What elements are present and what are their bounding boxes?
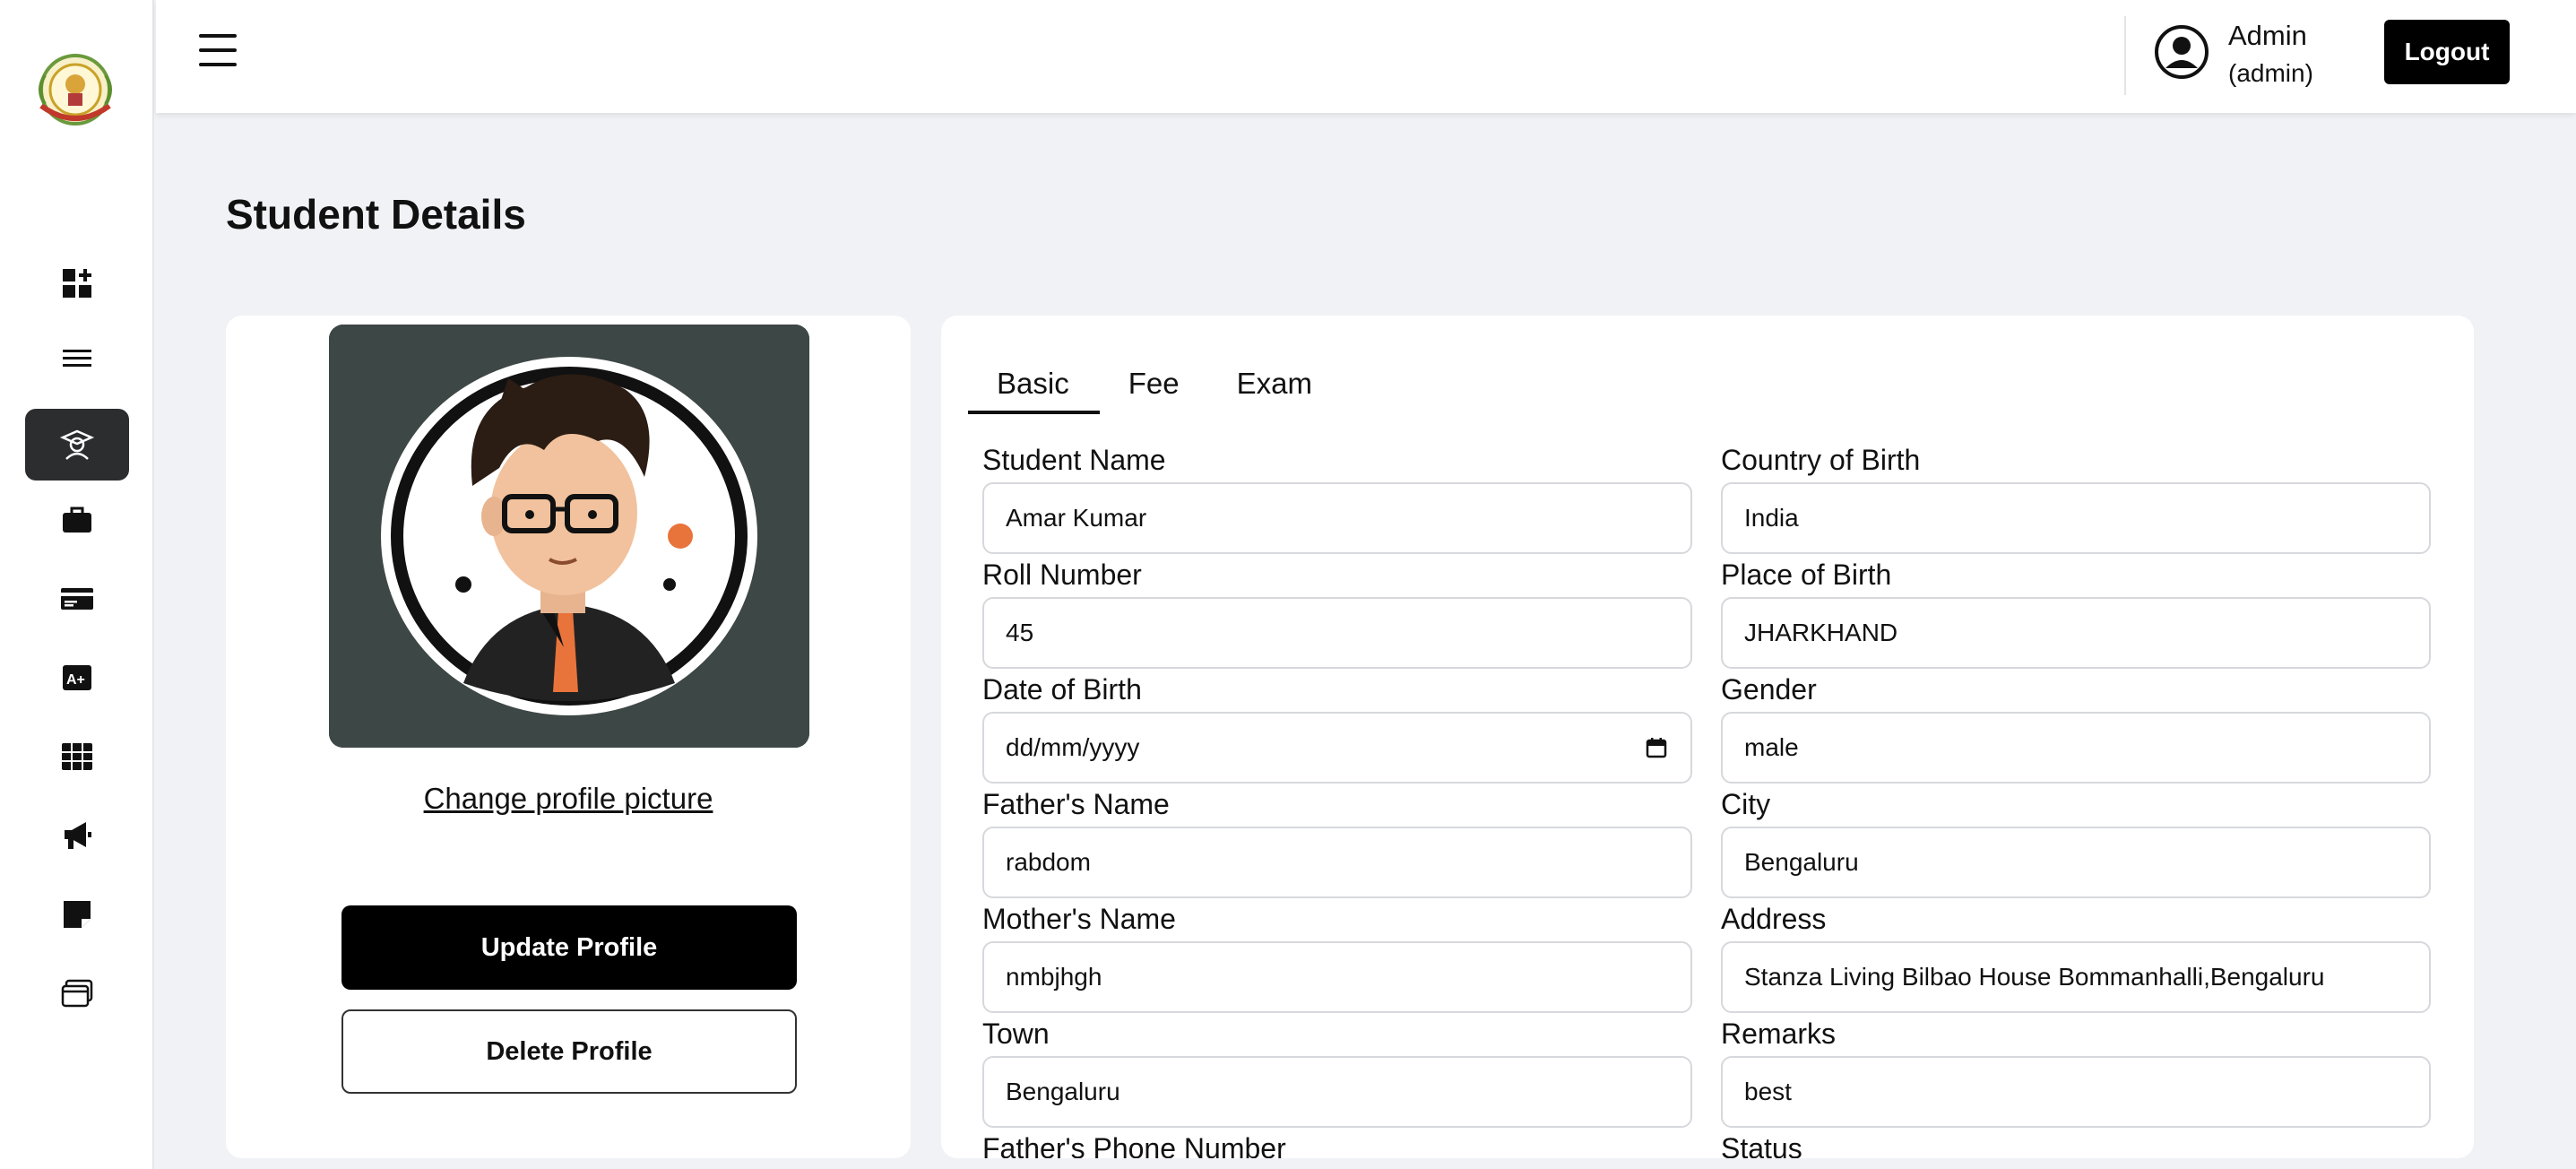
student-profile-picture [329, 325, 809, 748]
update-profile-button[interactable]: Update Profile [341, 905, 797, 990]
grade-icon: A+ [63, 665, 91, 690]
gender-label: Gender [1721, 673, 1817, 706]
town-field: Town Bengaluru [982, 1017, 1692, 1128]
sticky-note-icon [64, 901, 91, 928]
remarks-label: Remarks [1721, 1017, 1837, 1050]
country-of-birth-input[interactable]: India [1721, 482, 2431, 554]
briefcase-icon [63, 507, 91, 533]
city-field: City Bengaluru [1721, 787, 2431, 898]
school-logo [29, 48, 122, 131]
megaphone-icon [65, 822, 91, 849]
dashboard-icon [63, 269, 91, 298]
hamburger-menu-icon[interactable] [199, 34, 237, 70]
svg-text:A+: A+ [66, 672, 85, 688]
city-label: City [1721, 788, 1771, 820]
status-field: Status [1721, 1131, 2431, 1158]
tab-fee[interactable]: Fee [1100, 359, 1208, 414]
fathers-name-label: Father's Name [982, 788, 1170, 820]
town-input[interactable]: Bengaluru [982, 1056, 1692, 1128]
tab-basic[interactable]: Basic [968, 359, 1100, 414]
fathers-name-field: Father's Name rabdom [982, 787, 1692, 898]
date-of-birth-input[interactable]: dd/mm/yyyy [982, 712, 1692, 784]
sidebar-item-dashboard[interactable] [25, 247, 129, 319]
gender-field: Gender male [1721, 672, 2431, 784]
address-field: Address Stanza Living Bilbao House Bomma… [1721, 902, 2431, 1013]
date-of-birth-label: Date of Birth [982, 673, 1142, 706]
profile-card: Change profile picture Update Profile De… [226, 316, 911, 1158]
sidebar-item-grades[interactable]: A+ [25, 642, 129, 714]
student-name-field: Student Name Amar Kumar [982, 443, 1692, 554]
mothers-name-field: Mother's Name nmbjhgh [982, 902, 1692, 1013]
mothers-name-input[interactable]: nmbjhgh [982, 941, 1692, 1013]
top-header: Admin (admin) Logout [156, 0, 2576, 113]
address-input[interactable]: Stanza Living Bilbao House Bommanhalli,B… [1721, 941, 2431, 1013]
sidebar-item-windows[interactable] [25, 957, 129, 1029]
status-label: Status [1721, 1132, 1802, 1158]
date-of-birth-field: Date of Birth dd/mm/yyyy [982, 672, 1692, 784]
roll-number-input[interactable]: 45 [982, 597, 1692, 669]
tab-exam[interactable]: Exam [1208, 359, 1341, 414]
sidebar-item-jobs[interactable] [25, 484, 129, 556]
student-icon [59, 429, 95, 460]
fathers-phone-label: Father's Phone Number [982, 1132, 1286, 1158]
country-of-birth-label: Country of Birth [1721, 444, 1921, 476]
gender-input[interactable]: male [1721, 712, 2431, 784]
browser-window-icon [61, 979, 93, 1008]
payment-card-icon [61, 588, 93, 610]
remarks-input[interactable]: best [1721, 1056, 2431, 1128]
roll-number-label: Roll Number [982, 559, 1142, 591]
user-avatar-icon[interactable] [2153, 23, 2210, 81]
sidebar: A+ [0, 0, 154, 1169]
remarks-field: Remarks best [1721, 1017, 2431, 1128]
table-grid-icon [62, 743, 92, 770]
student-details-card: Basic Fee Exam Student Name Amar Kumar C… [941, 316, 2474, 1158]
student-name-label: Student Name [982, 444, 1166, 476]
place-of-birth-field: Place of Birth JHARKHAND [1721, 558, 2431, 669]
user-name: Admin [2228, 20, 2307, 51]
menu-lines-icon [63, 350, 91, 367]
fathers-name-input[interactable]: rabdom [982, 827, 1692, 898]
header-divider [2124, 16, 2126, 95]
country-of-birth-field: Country of Birth India [1721, 443, 2431, 554]
city-input[interactable]: Bengaluru [1721, 827, 2431, 898]
place-of-birth-label: Place of Birth [1721, 559, 1892, 591]
address-label: Address [1721, 903, 1827, 935]
sidebar-item-fees[interactable] [25, 563, 129, 635]
sidebar-item-students[interactable] [25, 409, 129, 481]
town-label: Town [982, 1017, 1050, 1050]
logout-button[interactable]: Logout [2384, 20, 2510, 84]
page-title: Student Details [226, 191, 526, 238]
sidebar-item-menu[interactable] [25, 323, 129, 394]
change-profile-picture-link[interactable]: Change profile picture [226, 782, 911, 816]
fathers-phone-field: Father's Phone Number [982, 1131, 1692, 1158]
sidebar-item-notes[interactable] [25, 879, 129, 950]
user-role: (admin) [2228, 59, 2313, 87]
sidebar-item-announcements[interactable] [25, 800, 129, 871]
mothers-name-label: Mother's Name [982, 903, 1176, 935]
student-name-input[interactable]: Amar Kumar [982, 482, 1692, 554]
sidebar-item-timetable[interactable] [25, 721, 129, 792]
delete-profile-button[interactable]: Delete Profile [341, 1009, 797, 1094]
details-tabs: Basic Fee Exam [968, 359, 1341, 414]
roll-number-field: Roll Number 45 [982, 558, 1692, 669]
calendar-icon[interactable] [1644, 735, 1669, 760]
place-of-birth-input[interactable]: JHARKHAND [1721, 597, 2431, 669]
